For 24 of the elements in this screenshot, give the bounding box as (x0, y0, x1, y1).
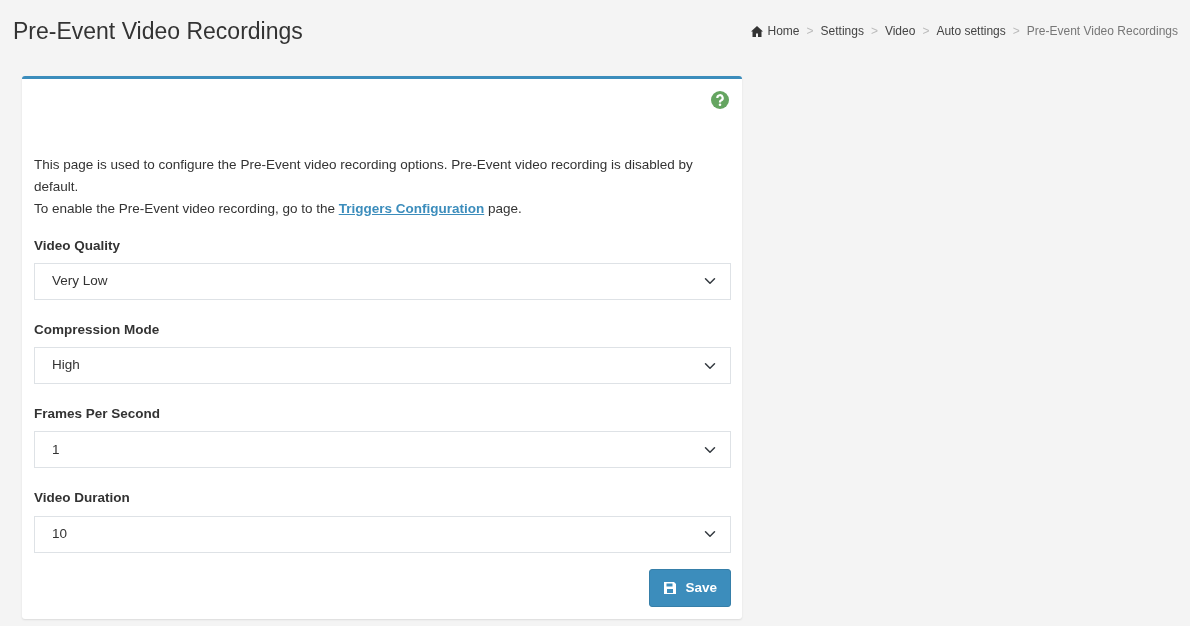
dropdown-field[interactable]: 10 (34, 515, 731, 553)
triggers-configuration-link[interactable]: Triggers Configuration (338, 200, 485, 216)
breadcrumb-home-link[interactable]: Home (750, 22, 800, 40)
field-label: Compression Mode (34, 320, 161, 339)
field-label: Video Duration (34, 489, 131, 508)
dropdown-field[interactable]: High (34, 347, 731, 385)
save-button[interactable]: Save (649, 568, 731, 607)
field-label: Video Quality (34, 236, 122, 255)
breadcrumb-separator: > (1012, 23, 1020, 40)
breadcrumb-current: Pre-Event Video Recordings (1026, 23, 1178, 40)
breadcrumb-link[interactable]: Settings (820, 22, 864, 40)
breadcrumb-separator: > (922, 23, 930, 40)
breadcrumb-separator: > (806, 23, 814, 40)
description-text: This page is used to configure the Pre-Event video recording options. Pre-Event video recording is disabled by default. (34, 155, 694, 196)
help-icon[interactable] (711, 90, 729, 109)
home-icon (750, 25, 763, 37)
description-text: To enable the Pre-Event video recording, go to the Triggers Configuration page. (34, 199, 523, 218)
dropdown-field[interactable]: Very Low (34, 262, 731, 300)
breadcrumb-link[interactable]: Auto settings (936, 22, 1006, 40)
dropdown-field[interactable]: 1 (34, 431, 731, 469)
breadcrumb-separator: > (870, 23, 878, 40)
field-label: Frames Per Second (34, 405, 162, 424)
page-title: Pre-Event Video Recordings (13, 18, 303, 46)
breadcrumb-link[interactable]: Video (884, 22, 916, 40)
